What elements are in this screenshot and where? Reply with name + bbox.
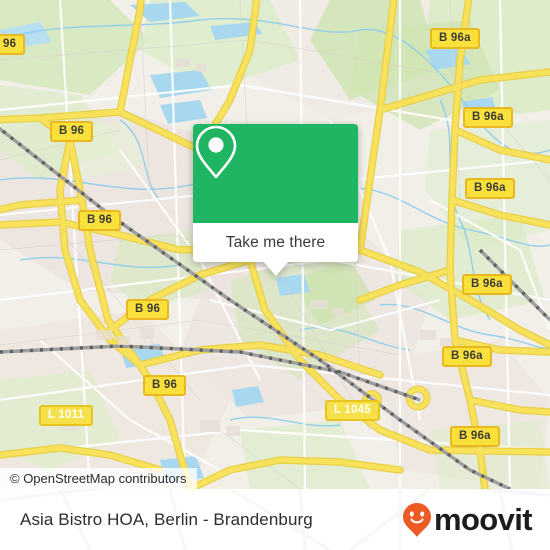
place-title: Asia Bistro HOA, Berlin - Brandenburg [20,509,313,529]
popup-header [193,124,358,223]
footer-bar: Asia Bistro HOA, Berlin - Brandenburg mo… [0,489,550,550]
map-pin-icon [195,125,237,179]
road-shield: L 1045 [325,400,380,421]
road-shield: B 96 [50,121,94,142]
road-shield: B 96a [463,107,513,128]
popup-action[interactable]: Take me there [193,223,358,262]
road-shield: B 96a [465,178,515,199]
road-shield: B 96 [143,375,187,396]
road-shield: 96 [0,34,26,55]
road-shield: B 96a [462,274,512,295]
road-shield: B 96a [442,346,492,367]
moovit-wordmark: moovit [433,502,533,537]
moovit-logo[interactable]: moovit [402,489,533,550]
location-popup[interactable]: Take me there [193,124,358,276]
road-shield: B 96a [450,426,500,447]
take-me-there-label: Take me there [225,233,326,251]
moovit-pin-smiley-icon [402,502,431,537]
road-shield: B 96a [430,28,480,49]
moovit-map-screen: 96 B 96 B 96 B 96 B 96 L 1011 L 1045 B 96a B 96a… [0,0,550,550]
road-shield: L 1011 [39,405,94,426]
road-shield: B 96 [78,210,122,231]
map-canvas[interactable]: 96 B 96 B 96 B 96 B 96 L 1011 L 1045 B 96a B 96a… [0,0,550,489]
road-shield: B 96 [126,299,170,320]
popup-tail [262,260,290,276]
map-attribution[interactable]: © OpenStreetMap contributors [0,468,197,489]
